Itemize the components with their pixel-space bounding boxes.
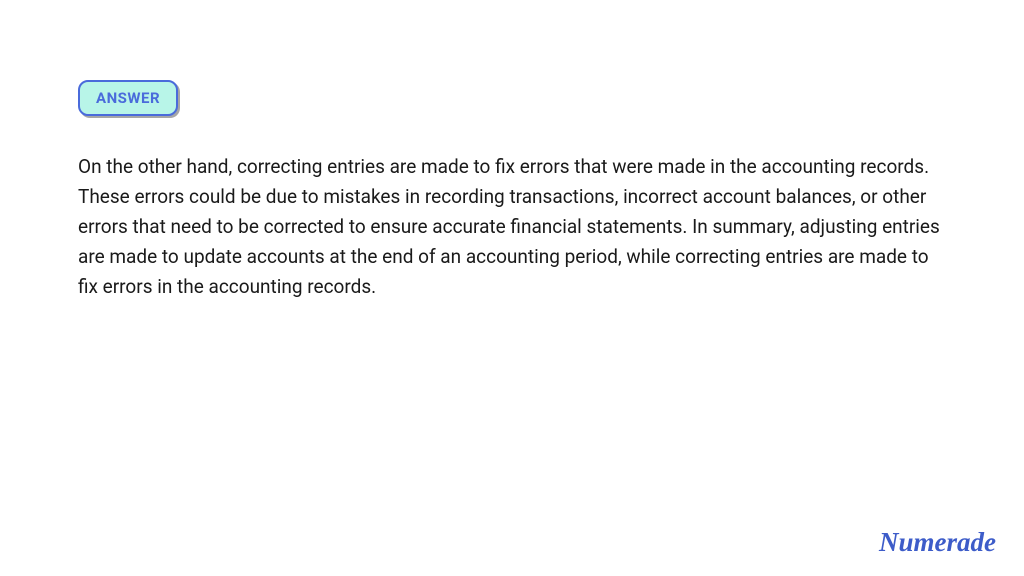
answer-body-text: On the other hand, correcting entries ar… xyxy=(78,152,946,302)
content-area: ANSWER On the other hand, correcting ent… xyxy=(0,0,1024,302)
brand-name: Numerade xyxy=(879,527,996,557)
answer-badge: ANSWER xyxy=(78,80,178,116)
brand-logo: Numerade xyxy=(879,527,996,558)
answer-badge-label: ANSWER xyxy=(96,89,160,107)
